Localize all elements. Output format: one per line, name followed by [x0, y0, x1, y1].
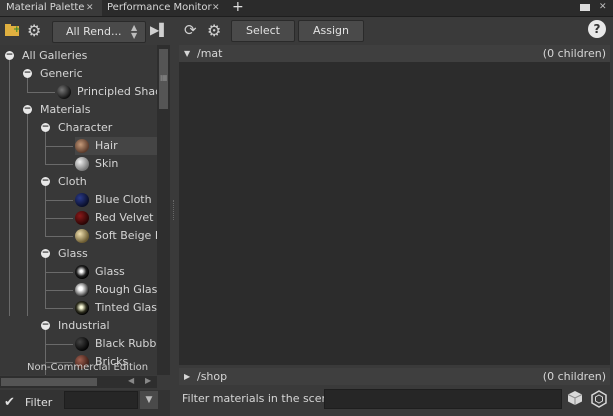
- material-swatch-icon: [57, 85, 71, 99]
- tree-item-red-velvet[interactable]: Red Velvet: [95, 209, 153, 227]
- tree-folder-generic[interactable]: Generic: [40, 65, 83, 83]
- tree-horizontal-scrollbar[interactable]: ◀ ▶: [0, 376, 157, 388]
- renderer-dropdown[interactable]: All Rend... ▲ ▼: [52, 21, 146, 43]
- shop-section-header[interactable]: ▶ /shop (0 children): [179, 368, 610, 385]
- chevron-down-icon[interactable]: ▼: [140, 391, 158, 409]
- help-icon[interactable]: ?: [588, 20, 606, 38]
- shop-path: /shop: [197, 370, 228, 383]
- tree-root-label[interactable]: All Galleries: [22, 47, 87, 65]
- pane-menu-icon[interactable]: [580, 4, 590, 11]
- tree-folder-industrial[interactable]: Industrial: [58, 317, 110, 335]
- scroll-right-icon[interactable]: ▶: [145, 376, 151, 385]
- renderer-dropdown-value: All Rend...: [66, 25, 122, 38]
- collapse-icon[interactable]: −: [23, 105, 32, 114]
- new-gallery-folder-icon[interactable]: +: [4, 22, 22, 38]
- material-swatch-icon: [75, 301, 89, 315]
- cube-icon[interactable]: [567, 390, 583, 406]
- mat-path: /mat: [197, 47, 223, 60]
- material-swatch-icon: [75, 139, 89, 153]
- tree-folder-glass[interactable]: Glass: [58, 245, 88, 263]
- material-swatch-icon: [75, 211, 89, 225]
- scroll-left-icon[interactable]: ◀: [128, 376, 134, 385]
- hexagon-icon[interactable]: [590, 390, 608, 408]
- scene-filter-input[interactable]: [324, 389, 562, 409]
- chevron-updown-icon: ▲ ▼: [131, 23, 138, 40]
- material-swatch-icon: [75, 157, 89, 171]
- collapse-icon[interactable]: −: [5, 51, 14, 60]
- add-tab-icon[interactable]: +: [232, 0, 244, 15]
- tree-item-blue-cloth[interactable]: Blue Cloth: [75, 191, 170, 209]
- grip-icon: ▦: [160, 73, 168, 82]
- expand-down-icon[interactable]: ▼: [184, 45, 190, 62]
- tree-folder-materials[interactable]: Materials: [40, 101, 90, 119]
- material-swatch-icon: [75, 283, 89, 297]
- mat-section-header[interactable]: ▼ /mat (0 children): [179, 45, 610, 63]
- close-pane-icon[interactable]: ✕: [599, 2, 607, 12]
- dock-arrow-icon[interactable]: ▶▌: [150, 23, 168, 37]
- tree-vertical-scrollbar[interactable]: ▦: [157, 45, 170, 375]
- tree-folder-character[interactable]: Character: [58, 119, 112, 137]
- tree-folder-cloth[interactable]: Cloth: [58, 173, 87, 191]
- assign-button[interactable]: Assign: [298, 20, 364, 42]
- mat-materials-area[interactable]: [179, 62, 610, 365]
- material-swatch-icon: [75, 229, 89, 243]
- tree-item-rough-glass[interactable]: Rough Glass: [95, 281, 163, 299]
- tab-performance-monitor[interactable]: Performance Monitor: [101, 0, 221, 16]
- collapse-icon[interactable]: −: [41, 177, 50, 186]
- close-tab-icon[interactable]: ✕: [86, 0, 94, 16]
- material-swatch-icon: [75, 337, 89, 351]
- select-button[interactable]: Select: [231, 20, 295, 42]
- material-swatch-icon: [75, 265, 89, 279]
- collapse-icon[interactable]: −: [23, 69, 32, 78]
- checkmark-icon[interactable]: ✔: [4, 395, 15, 410]
- close-tab-icon[interactable]: ✕: [212, 0, 220, 16]
- collapse-icon[interactable]: −: [41, 321, 50, 330]
- edition-watermark: Non-Commercial Edition: [27, 362, 149, 373]
- svg-text:+: +: [13, 25, 21, 35]
- refresh-icon[interactable]: ⟳: [184, 21, 197, 39]
- tab-label: Performance Monitor: [107, 2, 212, 13]
- expand-right-icon[interactable]: ▶: [184, 368, 190, 385]
- pane-splitter[interactable]: [173, 200, 177, 220]
- tree-item-hair[interactable]: Hair: [75, 137, 170, 155]
- tree-item-glass[interactable]: Glass: [95, 263, 125, 281]
- gallery-filter-input[interactable]: [64, 391, 138, 409]
- collapse-icon[interactable]: −: [41, 249, 50, 258]
- gear-icon[interactable]: ⚙: [207, 21, 221, 40]
- gear-icon[interactable]: ⚙: [27, 21, 41, 40]
- tree-item-skin[interactable]: Skin: [95, 155, 118, 173]
- shop-children-count: (0 children): [542, 370, 606, 383]
- collapse-icon[interactable]: −: [41, 123, 50, 132]
- gallery-tree: − All Galleries − Generic Principled Sha…: [0, 45, 170, 375]
- filter-label: Filter: [25, 396, 53, 409]
- tab-label: Material Palette: [6, 2, 85, 13]
- scene-filter-label: Filter materials in the scene:: [182, 392, 339, 405]
- scrollbar-thumb[interactable]: [1, 378, 97, 386]
- mat-children-count: (0 children): [542, 47, 606, 60]
